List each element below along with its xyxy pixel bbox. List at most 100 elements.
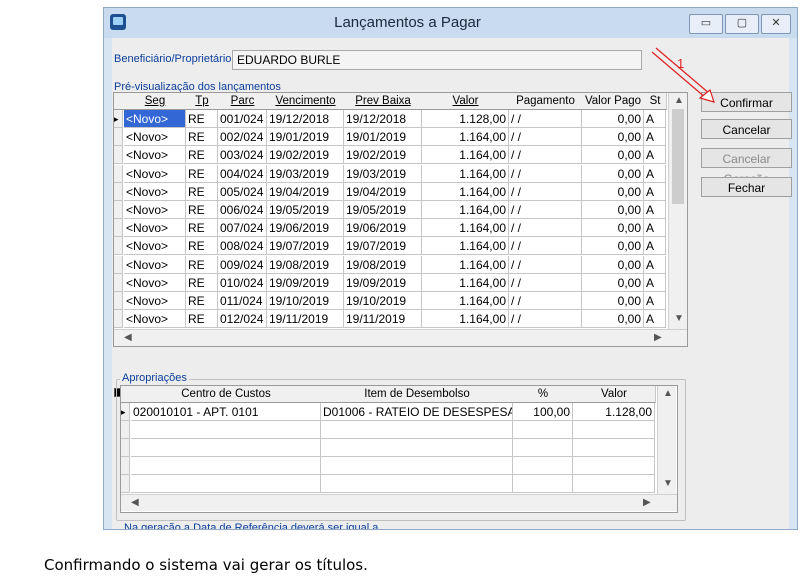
approp-column-header-2[interactable]: % <box>513 386 574 403</box>
close-button[interactable]: Fechar <box>701 177 792 197</box>
row-indicator <box>114 273 123 292</box>
table-cell: 19/02/2019 <box>344 146 422 165</box>
table-row[interactable]: ▸ 020010101 - APT. 0101 D01006 - RATEIO DE… <box>121 403 656 421</box>
scroll-up-icon[interactable]: ▲ <box>663 388 673 400</box>
table-row[interactable] <box>121 439 656 457</box>
column-header-0[interactable]: Seg <box>124 93 187 110</box>
scroll-right-icon[interactable]: ▶ <box>643 497 651 509</box>
table-row[interactable] <box>121 421 656 439</box>
scroll-right-icon[interactable]: ▶ <box>654 332 662 344</box>
table-cell: RE <box>186 219 218 238</box>
scroll-down-icon[interactable]: ▼ <box>674 313 684 325</box>
launches-vertical-scrollbar[interactable]: ▲ ▼ <box>668 93 687 329</box>
table-cell: RE <box>186 310 218 329</box>
launches-horizontal-scrollbar[interactable]: ◀ ▶ <box>114 329 687 346</box>
table-cell: 19/04/2019 <box>267 182 344 201</box>
approp-column-header-3[interactable]: Valor <box>573 386 656 403</box>
table-cell: 1.128,00 <box>573 403 655 421</box>
table-row[interactable] <box>121 475 656 493</box>
table-cell: RE <box>186 237 218 256</box>
table-cell: 1.164,00 <box>422 201 509 219</box>
cancel-button[interactable]: Cancelar <box>701 119 792 139</box>
table-cell: <Novo> <box>124 273 186 292</box>
table-row[interactable]: <Novo> RE 003/024 19/02/2019 19/02/2019 1.164… <box>114 146 666 165</box>
beneficiary-field[interactable]: EDUARDO BURLE <box>232 50 642 70</box>
table-row[interactable]: <Novo> RE 008/024 19/07/2019 19/07/2019 1.164… <box>114 237 666 256</box>
table-row[interactable]: <Novo> RE 009/024 19/08/2019 19/08/2019 1.164… <box>114 255 666 274</box>
table-cell: A <box>644 164 666 183</box>
table-row[interactable] <box>121 457 656 475</box>
table-cell: 006/024 <box>218 201 267 219</box>
table-cell: 1.164,00 <box>422 273 509 292</box>
table-row[interactable]: <Novo> RE 002/024 19/01/2019 19/01/2019 1.164… <box>114 128 666 147</box>
table-cell: 100,00 <box>513 403 573 421</box>
table-cell: 19/03/2019 <box>344 164 422 183</box>
table-row[interactable]: <Novo> RE 011/024 19/10/2019 19/10/2019 1.164… <box>114 292 666 310</box>
minimize-button[interactable]: ▭ <box>689 14 723 34</box>
table-cell: RE <box>186 128 218 147</box>
table-cell <box>573 475 655 493</box>
table-cell: / / <box>509 164 582 183</box>
table-row[interactable]: <Novo> RE 004/024 19/03/2019 19/03/2019 1.164… <box>114 164 666 183</box>
table-row[interactable]: ▸ <Novo> RE 001/024 19/12/2018 19/12/2018 1.12… <box>114 110 666 128</box>
row-indicator <box>114 201 123 219</box>
appropriations-label: Apropriações <box>120 372 189 384</box>
table-cell: 0,00 <box>582 255 644 274</box>
table-cell: / / <box>509 255 582 274</box>
table-cell: <Novo> <box>124 164 186 183</box>
table-cell: 020010101 - APT. 0101 <box>131 403 321 421</box>
row-indicator <box>114 310 123 329</box>
table-cell: A <box>644 146 666 165</box>
table-cell: 1.164,00 <box>422 146 509 165</box>
approp-column-header-1[interactable]: Item de Desembolso <box>321 386 514 403</box>
row-indicator <box>114 128 123 147</box>
approp-column-header-0[interactable]: Centro de Custos <box>131 386 322 403</box>
table-cell: 0,00 <box>582 164 644 183</box>
table-row[interactable]: <Novo> RE 012/024 19/11/2019 19/11/2019 1.164… <box>114 310 666 329</box>
table-cell: 19/08/2019 <box>267 255 344 274</box>
scroll-left-icon[interactable]: ◀ <box>131 497 139 509</box>
scroll-down-icon[interactable]: ▼ <box>663 478 673 490</box>
table-cell <box>131 475 321 493</box>
table-cell: 19/04/2019 <box>344 182 422 201</box>
row-indicator <box>114 164 123 183</box>
table-cell: <Novo> <box>124 201 186 219</box>
row-indicator <box>121 439 130 457</box>
table-cell: 19/12/2018 <box>344 110 422 128</box>
column-header-7[interactable]: Valor Pago <box>582 93 645 110</box>
scroll-thumb[interactable] <box>672 109 684 204</box>
column-header-4[interactable]: Prev Baixa <box>344 93 423 110</box>
row-indicator <box>121 421 130 439</box>
table-cell: 009/024 <box>218 255 267 274</box>
table-cell: 012/024 <box>218 310 267 329</box>
table-row[interactable]: <Novo> RE 005/024 19/04/2019 19/04/2019 1.164… <box>114 182 666 201</box>
appropriations-grid[interactable]: Centro de Custos Item de Desembolso% Valor… <box>120 385 678 513</box>
cancel-generation-button[interactable]: Cancelar Geração <box>701 148 792 186</box>
table-cell: <Novo> <box>124 146 186 165</box>
launches-grid[interactable]: Seg Tp Parc Vencimento Prev Baixa Valor Pagame… <box>113 92 688 347</box>
table-row[interactable]: <Novo> RE 006/024 19/05/2019 19/05/2019 1.164… <box>114 201 666 219</box>
column-header-2[interactable]: Parc <box>218 93 268 110</box>
table-cell: / / <box>509 237 582 256</box>
table-cell: RE <box>186 292 218 310</box>
table-cell: A <box>644 201 666 219</box>
scroll-left-icon[interactable]: ◀ <box>124 332 132 344</box>
column-header-6[interactable]: Pagamento <box>509 93 583 110</box>
table-cell: A <box>644 310 666 329</box>
maximize-button[interactable]: ▢ <box>725 14 759 34</box>
table-cell: 1.164,00 <box>422 182 509 201</box>
row-indicator <box>114 182 123 201</box>
approp-horizontal-scrollbar[interactable]: ◀ ▶ <box>121 494 677 511</box>
column-header-3[interactable]: Vencimento <box>267 93 345 110</box>
close-window-button[interactable]: ✕ <box>761 14 791 34</box>
table-cell: 19/01/2019 <box>344 128 422 147</box>
column-header-1[interactable]: Tp <box>186 93 219 110</box>
table-row[interactable]: <Novo> RE 010/024 19/09/2019 19/09/2019 1.164… <box>114 273 666 292</box>
table-cell: 0,00 <box>582 182 644 201</box>
table-cell <box>131 439 321 457</box>
approp-vertical-scrollbar[interactable]: ▲ ▼ <box>657 386 676 494</box>
row-indicator: ▸ <box>114 110 123 128</box>
table-row[interactable]: <Novo> RE 007/024 19/06/2019 19/06/2019 1.164… <box>114 219 666 238</box>
table-cell: 19/06/2019 <box>344 219 422 238</box>
column-header-5[interactable]: Valor <box>422 93 510 110</box>
